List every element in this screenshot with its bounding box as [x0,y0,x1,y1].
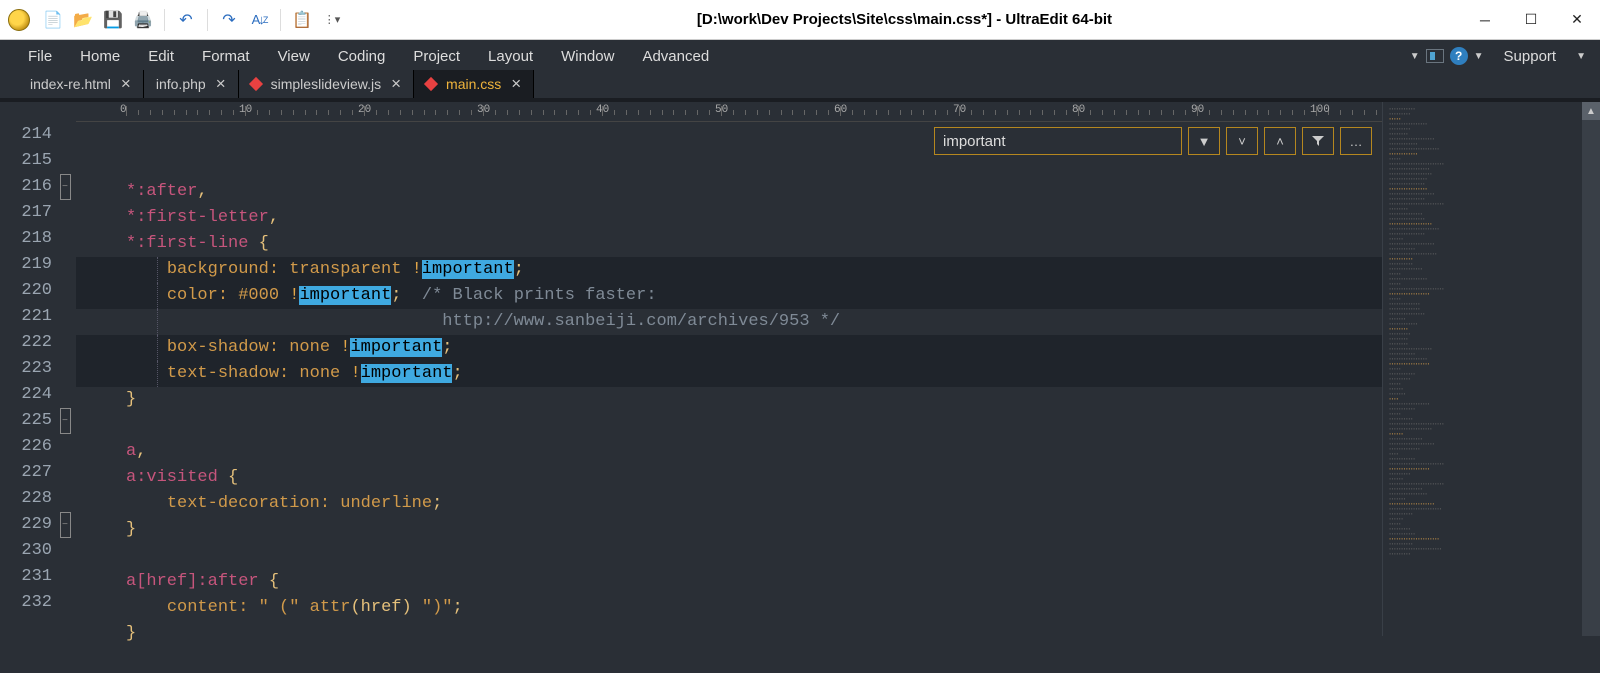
code-line[interactable]: } [76,387,1382,413]
support-dropdown-icon[interactable]: ▼ [1576,51,1586,62]
tab-label: info.php [156,76,206,92]
code-line[interactable]: text-decoration: underline; [76,491,1382,517]
code-line[interactable]: *:after, [76,179,1382,205]
toggle-panel-icon[interactable] [1426,49,1444,63]
menu-file[interactable]: File [14,44,66,69]
tab-close-icon[interactable]: × [121,74,131,94]
redo-icon[interactable]: ↷ [219,10,239,30]
menu-window[interactable]: Window [547,44,628,69]
open-file-icon[interactable]: 📂 [73,10,93,30]
vertical-scrollbar[interactable]: ▲ [1582,102,1600,636]
undo-icon[interactable]: ↶ [176,10,196,30]
help-dropdown-icon[interactable]: ▼ [1474,51,1484,62]
find-bar: ▼ ˅ ˄ … [934,127,1372,155]
column-ruler: 0102030405060708090100 [76,102,1382,122]
support-menu[interactable]: Support [1490,44,1571,69]
sort-icon[interactable]: A↓Z [249,10,269,30]
new-file-icon[interactable]: 📄 [43,10,63,30]
modified-indicator-icon [249,77,263,91]
menu-coding[interactable]: Coding [324,44,400,69]
code-line[interactable]: box-shadow: none !important; [76,335,1382,361]
tab-label: index-re.html [30,76,111,92]
code-line[interactable]: color: #000 !important; /* Black prints … [76,283,1382,309]
code-line[interactable]: *:first-line { [76,231,1382,257]
find-dropdown-button[interactable]: ▼ [1188,127,1220,155]
minimize-button[interactable]: ─ [1462,0,1508,40]
help-icon[interactable]: ? [1450,47,1468,65]
line-number-gutter: 2142152162172182192202212222232242252262… [10,102,54,636]
tab-close-icon[interactable]: × [216,74,226,94]
document-tab-bar: index-re.html×info.php×simpleslideview.j… [0,72,1600,102]
fold-toggle-icon[interactable]: − [60,408,71,434]
find-prev-button[interactable]: ˄ [1264,127,1296,155]
macro-icon[interactable]: 📋 [292,10,312,30]
code-line[interactable]: text-shadow: none !important; [76,361,1382,387]
code-line[interactable] [76,647,1382,673]
toolbar-separator [207,9,208,31]
ribbon-collapse-icon[interactable]: ▼ [1410,51,1420,62]
code-editor[interactable]: 0102030405060708090100 *:after,*:first-l… [76,102,1382,636]
editor-area: 2142152162172182192202212222232242252262… [0,102,1600,636]
minimap[interactable]: ▪▪▪▪▪▪▪▪▪▪▪▪▪▪▪▪▪▪▪▪▪▪▪▪▪▪▪▪▪▪▪▪▪▪▪▪▪▪▪▪… [1382,102,1582,636]
app-icon [8,9,30,31]
code-line[interactable]: } [76,517,1382,543]
menu-home[interactable]: Home [66,44,134,69]
tab-label: main.css [446,76,501,92]
title-bar: 📄 📂 💾 🖨️ ↶ ↷ A↓Z 📋 ⋮▾ [D:\work\Dev Proje… [0,0,1600,40]
save-icon[interactable]: 💾 [103,10,123,30]
scroll-up-button[interactable]: ▲ [1582,102,1600,120]
menu-project[interactable]: Project [399,44,474,69]
code-line[interactable]: a[href]:after { [76,569,1382,595]
window-title: [D:\work\Dev Projects\Site\css\main.css*… [347,11,1462,28]
code-line[interactable]: content: " (" attr(href) ")"; [76,595,1382,621]
tab-label: simpleslideview.js [271,76,381,92]
find-next-button[interactable]: ˅ [1226,127,1258,155]
fold-toggle-icon[interactable]: − [60,512,71,538]
tab-close-icon[interactable]: × [511,74,521,94]
menu-view[interactable]: View [264,44,324,69]
menu-advanced[interactable]: Advanced [628,44,723,69]
menu-edit[interactable]: Edit [134,44,188,69]
tab-close-icon[interactable]: × [391,74,401,94]
print-icon[interactable]: 🖨️ [133,10,153,30]
find-input[interactable] [934,127,1182,155]
fold-column: − − − [54,102,76,636]
modified-indicator-icon [424,77,438,91]
toolbar-separator [164,9,165,31]
fold-toggle-icon[interactable]: − [60,174,71,200]
menu-layout[interactable]: Layout [474,44,547,69]
code-line[interactable]: } [76,621,1382,647]
tab-info-php[interactable]: info.php × [144,70,239,98]
qat-dropdown-icon[interactable]: ⋮▾ [322,10,342,30]
code-line[interactable]: background: transparent !important; [76,257,1382,283]
code-line[interactable] [76,413,1382,439]
close-button[interactable]: ✕ [1554,0,1600,40]
find-filter-button[interactable] [1302,127,1334,155]
code-line[interactable]: *:first-letter, [76,205,1382,231]
tab-main-css[interactable]: main.css × [414,70,534,98]
menu-bar: FileHomeEditFormatViewCodingProjectLayou… [0,40,1600,72]
code-line[interactable]: a:visited { [76,465,1382,491]
code-line[interactable]: a, [76,439,1382,465]
find-more-button[interactable]: … [1340,127,1372,155]
menu-format[interactable]: Format [188,44,264,69]
toolbar-separator [280,9,281,31]
maximize-button[interactable]: ☐ [1508,0,1554,40]
code-line[interactable]: http://www.sanbeiji.com/archives/953 */ [76,309,1382,335]
left-margin [0,102,10,636]
code-line[interactable] [76,543,1382,569]
tab-simpleslideview-js[interactable]: simpleslideview.js × [239,70,414,98]
tab-index-re-html[interactable]: index-re.html × [18,70,144,98]
